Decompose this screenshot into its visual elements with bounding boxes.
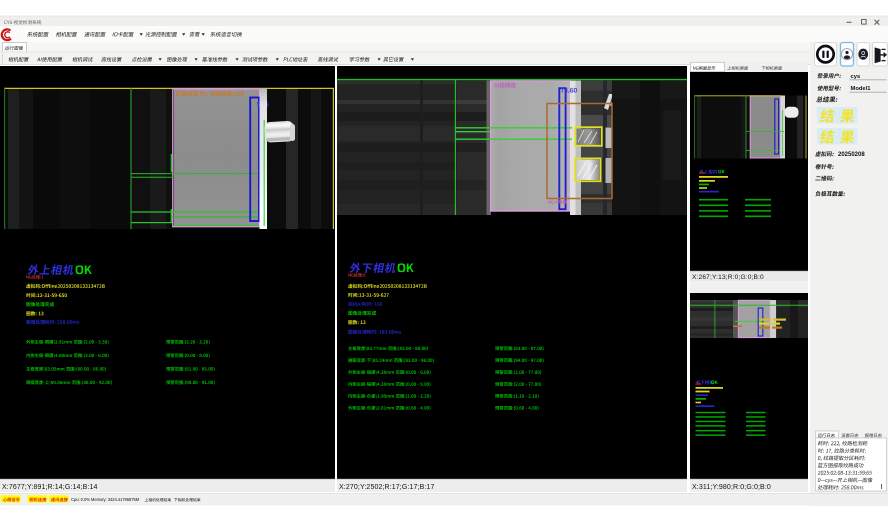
svg-text:X:267;Y:13;R:0;G:0;B:0: X:267;Y:13;R:0;G:0;B:0 [692,274,764,281]
svg-text:X:7677;Y:891;R:14;G:14;B:14: X:7677;Y:891;R:14;G:14;B:14 [2,484,97,491]
svg-text:Cpu: 0.0% Memory: 3424.4179687: Cpu: 0.0% Memory: 3424.41796875M [71,497,140,502]
svg-text:20250208: 20250208 [838,152,865,158]
svg-text:cys: cys [851,74,861,80]
svg-text:X:270;Y:2502;R:17;G:17;B:17: X:270;Y:2502;R:17;G:17;B:17 [339,484,434,491]
svg-text:Model1: Model1 [851,86,872,92]
svg-text:X:311;Y:980;R:0;G:0;B:0: X:311;Y:980;R:0;G:0;B:0 [692,484,771,491]
